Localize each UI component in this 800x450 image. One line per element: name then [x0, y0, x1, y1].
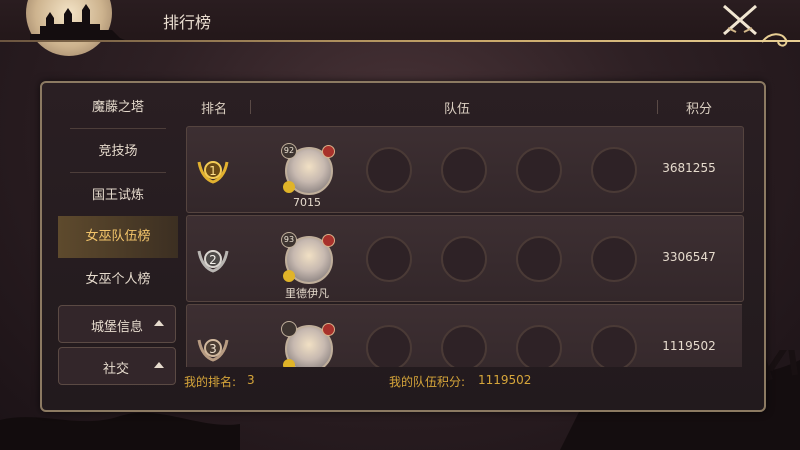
- castle-info-label: 城堡信息: [91, 320, 144, 335]
- empty-hero-slot: [441, 325, 487, 367]
- team-score: 1119502: [662, 339, 716, 353]
- empty-hero-slot: [366, 147, 412, 193]
- castle-silhouette-icon: [30, 4, 130, 42]
- header-divider: [657, 100, 658, 114]
- header-team: 队伍: [444, 102, 471, 117]
- header-score: 积分: [686, 102, 713, 117]
- menu-item-arena[interactable]: 竞技场: [58, 132, 178, 172]
- team-score: 3306547: [662, 250, 716, 264]
- menu-item-witch-personal[interactable]: 女巫个人榜: [58, 260, 178, 300]
- upgrade-arrow-icon: [283, 181, 295, 193]
- empty-hero-slot: [366, 236, 412, 282]
- crossed-swords-close-icon[interactable]: [718, 2, 762, 38]
- empty-hero-slot: [591, 236, 637, 282]
- top-bar: 排行榜: [0, 0, 800, 56]
- my-score-value: 1119502: [478, 373, 532, 387]
- hero-level-badge: 93: [281, 232, 297, 248]
- empty-hero-slot: [591, 325, 637, 367]
- my-rank-value: 3: [247, 373, 255, 387]
- svg-text:1: 1: [209, 164, 217, 178]
- team-name: 7015: [293, 196, 321, 209]
- upgrade-arrow-icon: [283, 270, 295, 282]
- table-row[interactable]: 1 92 7015 3681255: [186, 126, 744, 213]
- hero-portrait[interactable]: 92: [281, 143, 335, 195]
- my-score-label: 我的队伍积分:: [389, 375, 466, 389]
- empty-hero-slot: [441, 147, 487, 193]
- triangle-up-icon: [154, 320, 164, 326]
- team-name: 里德伊凡: [285, 287, 329, 300]
- castle-info-button[interactable]: 城堡信息: [58, 305, 176, 343]
- page-title: 排行榜: [163, 13, 212, 32]
- empty-hero-slot: [516, 325, 562, 367]
- table-row[interactable]: 3 1119502: [186, 304, 742, 367]
- svg-text:2: 2: [209, 253, 217, 267]
- silver-laurel-rank-2-icon: 2: [197, 250, 229, 273]
- empty-hero-slot: [591, 147, 637, 193]
- social-button[interactable]: 社交: [58, 347, 176, 385]
- menu-divider: [70, 128, 166, 129]
- menu-divider: [70, 172, 166, 173]
- upgrade-arrow-icon: [283, 359, 295, 367]
- hero-level-badge: [281, 321, 297, 337]
- table-row[interactable]: 2 93 里德伊凡 3306547: [186, 215, 744, 302]
- bronze-laurel-rank-3-icon: 3: [197, 339, 229, 362]
- menu-item-witch-team[interactable]: 女巫队伍榜: [58, 216, 178, 258]
- heart-badge-icon: [322, 234, 335, 247]
- hero-portrait[interactable]: [281, 321, 335, 367]
- social-label: 社交: [103, 362, 130, 377]
- menu-item-king-trial[interactable]: 国王试炼: [58, 176, 178, 216]
- heart-badge-icon: [322, 323, 335, 336]
- heart-badge-icon: [322, 145, 335, 158]
- empty-hero-slot: [516, 147, 562, 193]
- triangle-up-icon: [154, 362, 164, 368]
- gold-laurel-rank-1-icon: 1: [197, 161, 229, 184]
- hero-level-badge: 92: [281, 143, 297, 159]
- empty-hero-slot: [441, 236, 487, 282]
- hero-portrait[interactable]: 93: [281, 232, 335, 284]
- header-divider: [0, 40, 800, 42]
- header-divider: [250, 100, 251, 114]
- svg-text:3: 3: [209, 342, 217, 356]
- empty-hero-slot: [516, 236, 562, 282]
- empty-hero-slot: [366, 325, 412, 367]
- team-score: 3681255: [662, 161, 716, 175]
- my-rank-label: 我的排名:: [184, 375, 237, 389]
- flourish-ornament-icon: [761, 33, 788, 47]
- scroll-clip: 3 1119502: [186, 300, 742, 367]
- header-rank: 排名: [201, 102, 228, 117]
- menu-item-tower[interactable]: 魔藤之塔: [58, 88, 178, 128]
